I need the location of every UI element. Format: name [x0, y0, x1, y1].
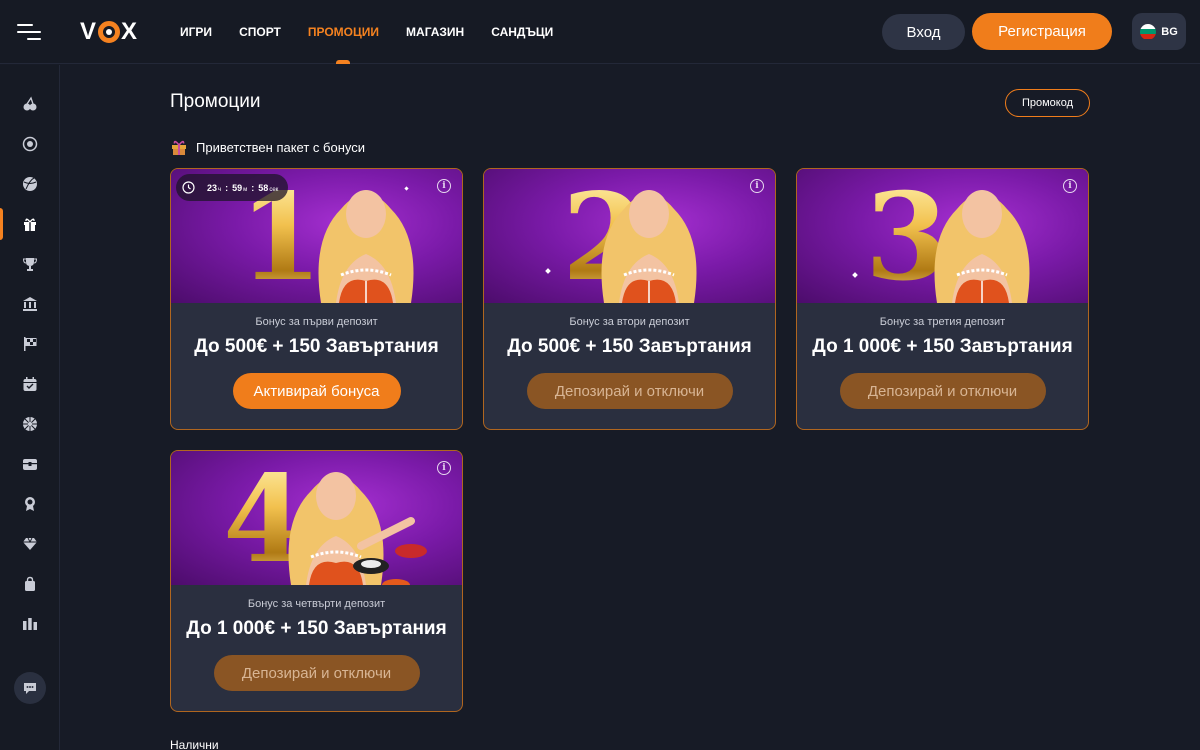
calendar-icon[interactable] [0, 368, 60, 400]
activate-bonus-button[interactable]: Активирай бонуса [232, 373, 401, 409]
nav-chests[interactable]: САНДЪЦИ [491, 0, 553, 64]
timer-minutes: 59 [232, 182, 243, 193]
award-icon[interactable] [0, 488, 60, 520]
deposit-unlock-button[interactable]: Депозирай и отключи [213, 655, 420, 691]
info-icon[interactable]: i [437, 461, 451, 475]
promo-girl-image [288, 472, 427, 585]
cherry-icon[interactable] [0, 88, 60, 120]
info-icon[interactable]: i [437, 179, 451, 193]
bonus-card-image: 2 i [484, 169, 775, 303]
stats-icon[interactable] [0, 608, 60, 640]
chat-icon[interactable] [14, 672, 46, 704]
section-title: Приветствен пакет с бонуси [170, 137, 365, 157]
menu-icon[interactable] [17, 20, 43, 44]
gift-box-icon [172, 140, 186, 155]
deposit-unlock-button[interactable]: Депозирай и отключи [839, 373, 1046, 409]
timer-minutes-unit: м [243, 186, 248, 193]
bonus-card-1: 1 23ч : 59м : 58сек i Бонус за първи деп… [170, 168, 463, 430]
bonus-card-image: 3 i [797, 169, 1088, 303]
register-button[interactable]: Регистрация [972, 13, 1112, 50]
clock-icon [182, 181, 195, 194]
chest-icon[interactable] [0, 448, 60, 480]
bonus-title: До 1 000€ + 150 Завъртания [812, 336, 1073, 357]
language-selector[interactable]: BG [1132, 13, 1186, 50]
timer-seconds-unit: сек [269, 186, 279, 193]
deposit-unlock-button[interactable]: Депозирай и отключи [526, 373, 733, 409]
section-title-text: Приветствен пакет с бонуси [196, 139, 365, 155]
promo-code-button[interactable]: Промокод [1005, 89, 1090, 117]
sidebar [0, 65, 60, 750]
promo-girl-image [318, 190, 414, 303]
promo-girl-image [601, 190, 697, 303]
bonus-title: До 500€ + 150 Завъртания [194, 336, 439, 357]
bag-icon[interactable] [0, 568, 60, 600]
main-nav: ИГРИ СПОРТ ПРОМОЦИИ МАГАЗИН САНДЪЦИ [180, 0, 580, 64]
bonus-title: До 1 000€ + 150 Завъртания [186, 618, 447, 639]
timer-hours-unit: ч [218, 186, 222, 193]
bonus-subtitle: Бонус за първи депозит [255, 316, 378, 328]
nav-shop[interactable]: МАГАЗИН [406, 0, 464, 64]
ball-icon[interactable] [0, 168, 60, 200]
bonus-card-image: 4 i [171, 451, 462, 585]
bank-icon[interactable] [0, 288, 60, 320]
login-button[interactable]: Вход [882, 14, 965, 50]
target-icon[interactable] [0, 128, 60, 160]
gift-icon[interactable] [0, 208, 60, 240]
nav-promotions[interactable]: ПРОМОЦИИ [308, 0, 379, 64]
language-code: BG [1161, 25, 1178, 38]
page-title: Промоции [170, 91, 261, 112]
promo-girl-image [934, 190, 1030, 303]
bonus-subtitle: Бонус за третия депозит [879, 316, 1006, 328]
trophy-icon[interactable] [0, 248, 60, 280]
countdown-timer: 23ч : 59м : 58сек [176, 174, 288, 201]
nav-sport[interactable]: СПОРТ [239, 0, 281, 64]
bonus-card-2: 2 i Бонус за втори депозит До 500€ + 150… [483, 168, 776, 430]
top-header: VX ИГРИ СПОРТ ПРОМОЦИИ МАГАЗИН САНДЪЦИ В… [0, 0, 1200, 64]
bonus-card-image: 1 23ч : 59м : 58сек i [171, 169, 462, 303]
bonus-title: До 500€ + 150 Завъртания [507, 336, 752, 357]
bonus-card-3: 3 i Бонус за третия депозит До 1 000€ + … [796, 168, 1089, 430]
info-icon[interactable]: i [750, 179, 764, 193]
bonus-subtitle: Бонус за втори депозит [569, 316, 690, 328]
diamond-icon[interactable] [0, 528, 60, 560]
bonus-card-4: 4 i Бонус за четвърти депозит До 1 000€ … [170, 450, 463, 712]
nav-games[interactable]: ИГРИ [180, 0, 212, 64]
vox-logo[interactable]: VX [80, 18, 138, 46]
flag-icon[interactable] [0, 328, 60, 360]
available-section-label: Налични [170, 738, 219, 750]
timer-hours: 23 [207, 182, 218, 193]
bulgaria-flag-icon [1140, 23, 1157, 40]
timer-seconds: 58 [258, 182, 269, 193]
bonus-subtitle: Бонус за четвърти депозит [247, 598, 386, 610]
wheel-icon[interactable] [0, 408, 60, 440]
info-icon[interactable]: i [1063, 179, 1077, 193]
